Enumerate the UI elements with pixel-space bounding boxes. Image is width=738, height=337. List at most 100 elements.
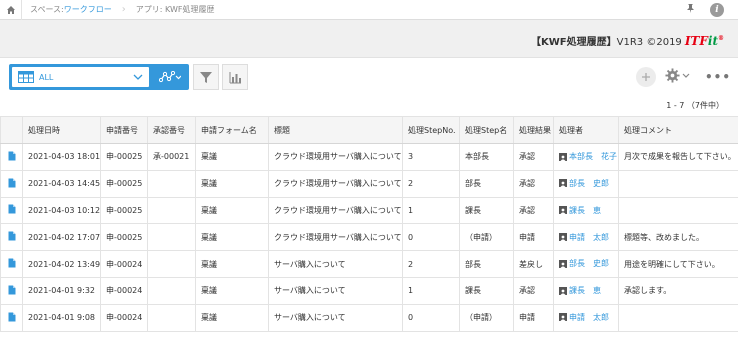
table-header-row: 処理日時 申請番号 承認番号 申請フォーム名 標題 処理StepNo. 処理St… xyxy=(0,116,738,144)
cell-result: 承認 xyxy=(513,196,554,225)
cell-form-name: 稟議 xyxy=(195,196,269,225)
record-detail-cell[interactable] xyxy=(0,143,23,171)
pin-button[interactable] xyxy=(678,3,702,17)
user-name[interactable]: 本部長 花子 xyxy=(569,151,617,162)
record-detail-cell[interactable] xyxy=(0,196,23,225)
view-dropdown-label: ALL xyxy=(39,72,54,82)
cell-step-name: 本部長 xyxy=(459,143,514,171)
graph-view-button[interactable] xyxy=(151,64,189,90)
record-detail-cell[interactable] xyxy=(0,303,23,332)
cell-application-no: 申-00024 xyxy=(100,276,148,305)
cell-step-no: 0 xyxy=(402,303,460,332)
breadcrumb-space-link[interactable]: ワークフロー xyxy=(64,4,112,15)
breadcrumb-app: アプリ: KWF処理履歴 xyxy=(128,0,223,20)
column-header[interactable]: 承認番号 xyxy=(147,116,196,144)
user-name[interactable]: 部長 史郎 xyxy=(569,178,609,189)
view-selector[interactable]: ALL xyxy=(9,64,189,90)
user-link[interactable]: 申請 太郎 xyxy=(559,232,609,243)
user-link[interactable]: 本部長 花子 xyxy=(559,151,617,162)
column-header[interactable]: 処理StepNo. xyxy=(402,116,460,144)
cell-comment xyxy=(618,303,738,332)
cell-form-name: 稟議 xyxy=(195,250,269,278)
cell-date: 2021-04-02 13:49 xyxy=(22,250,101,278)
document-icon[interactable] xyxy=(8,178,16,188)
cell-approval-no xyxy=(147,250,196,278)
home-button[interactable] xyxy=(0,0,22,20)
table-row: 2021-04-01 9:08 申-00024 稟議 サーバ購入について 0 （… xyxy=(0,303,738,332)
cell-user: 課長 恵 xyxy=(553,196,619,225)
cell-user: 申請 太郎 xyxy=(553,223,619,252)
document-icon[interactable] xyxy=(8,204,16,214)
cell-step-no: 1 xyxy=(402,196,460,225)
breadcrumb-app-label: アプリ: KWF処理履歴 xyxy=(135,5,215,14)
cell-approval-no xyxy=(147,196,196,225)
info-icon[interactable]: i xyxy=(710,3,724,17)
cell-step-name: 部長 xyxy=(459,250,514,278)
user-icon xyxy=(559,206,567,215)
cell-result: 承認 xyxy=(513,143,554,171)
user-icon xyxy=(559,259,567,268)
breadcrumb-space[interactable]: スペース: ワークフロー xyxy=(22,0,120,20)
column-header[interactable]: 申請フォーム名 xyxy=(195,116,269,144)
document-icon[interactable] xyxy=(8,151,16,161)
document-icon[interactable] xyxy=(8,285,16,295)
top-bar: スペース: ワークフロー › アプリ: KWF処理履歴 i xyxy=(0,0,738,20)
app-header: 【KWF処理履歴】 V1R3 ©2019 ITFit® xyxy=(0,20,738,58)
chevron-down-icon xyxy=(133,74,143,80)
cell-step-name: 課長 xyxy=(459,196,514,225)
breadcrumb-space-prefix: スペース: xyxy=(30,5,64,14)
table-row: 2021-04-02 17:07 申-00025 稟議 クラウド環境用サーバ購入… xyxy=(0,223,738,252)
user-link[interactable]: 部長 史郎 xyxy=(559,178,609,189)
column-header[interactable]: 処理Step名 xyxy=(459,116,514,144)
user-name[interactable]: 部長 史郎 xyxy=(569,258,609,269)
filter-button[interactable] xyxy=(193,64,219,90)
cell-result: 差戻し xyxy=(513,250,554,278)
column-header[interactable]: 処理コメント xyxy=(618,116,738,144)
app-title: 【KWF処理履歴】 xyxy=(531,37,617,48)
cell-user: 部長 史郎 xyxy=(553,250,619,278)
settings-button[interactable] xyxy=(665,68,690,83)
user-name[interactable]: 申請 太郎 xyxy=(569,232,609,243)
view-dropdown[interactable]: ALL xyxy=(12,67,149,87)
document-icon[interactable] xyxy=(8,312,16,322)
cell-step-name: （申請） xyxy=(459,223,514,252)
user-icon xyxy=(559,233,567,242)
user-link[interactable]: 部長 史郎 xyxy=(559,258,609,269)
column-header[interactable]: 処理結果 xyxy=(513,116,554,144)
chevron-down-icon xyxy=(682,73,690,78)
record-detail-cell[interactable] xyxy=(0,223,23,252)
cell-result: 申請 xyxy=(513,223,554,252)
cell-user: 課長 恵 xyxy=(553,276,619,305)
column-header[interactable]: 処理日時 xyxy=(22,116,101,144)
app-version: V1R3 ©2019 xyxy=(616,37,682,48)
user-link[interactable]: 申請 太郎 xyxy=(559,312,609,323)
column-header[interactable]: 標題 xyxy=(268,116,403,144)
record-detail-cell[interactable] xyxy=(0,250,23,278)
cell-step-name: 課長 xyxy=(459,276,514,305)
column-header[interactable]: 処理者 xyxy=(553,116,619,144)
record-detail-cell[interactable] xyxy=(0,169,23,198)
table-row: 2021-04-03 10:12 申-00025 稟議 クラウド環境用サーバ購入… xyxy=(0,196,738,225)
cell-comment xyxy=(618,169,738,198)
cell-comment xyxy=(618,196,738,225)
user-name[interactable]: 課長 恵 xyxy=(569,285,601,296)
cell-user: 本部長 花子 xyxy=(553,143,619,171)
user-link[interactable]: 課長 恵 xyxy=(559,205,601,216)
user-link[interactable]: 課長 恵 xyxy=(559,285,601,296)
cell-approval-no: 承-00021 xyxy=(147,143,196,171)
cell-title: クラウド環境用サーバ購入について xyxy=(268,223,403,252)
add-record-button[interactable] xyxy=(636,67,656,87)
document-icon[interactable] xyxy=(8,258,16,268)
cell-result: 承認 xyxy=(513,169,554,198)
document-icon[interactable] xyxy=(8,231,16,241)
cell-comment: 標題等、改めました。 xyxy=(618,223,738,252)
table-row: 2021-04-03 14:45 申-00025 稟議 クラウド環境用サーバ購入… xyxy=(0,169,738,198)
graph-chart-button[interactable] xyxy=(222,64,248,90)
user-name[interactable]: 課長 恵 xyxy=(569,205,601,216)
cell-approval-no xyxy=(147,169,196,198)
record-detail-cell[interactable] xyxy=(0,276,23,305)
more-icon[interactable]: ••• xyxy=(705,70,731,84)
user-name[interactable]: 申請 太郎 xyxy=(569,312,609,323)
graph-icon xyxy=(159,71,181,83)
column-header[interactable]: 申請番号 xyxy=(100,116,148,144)
